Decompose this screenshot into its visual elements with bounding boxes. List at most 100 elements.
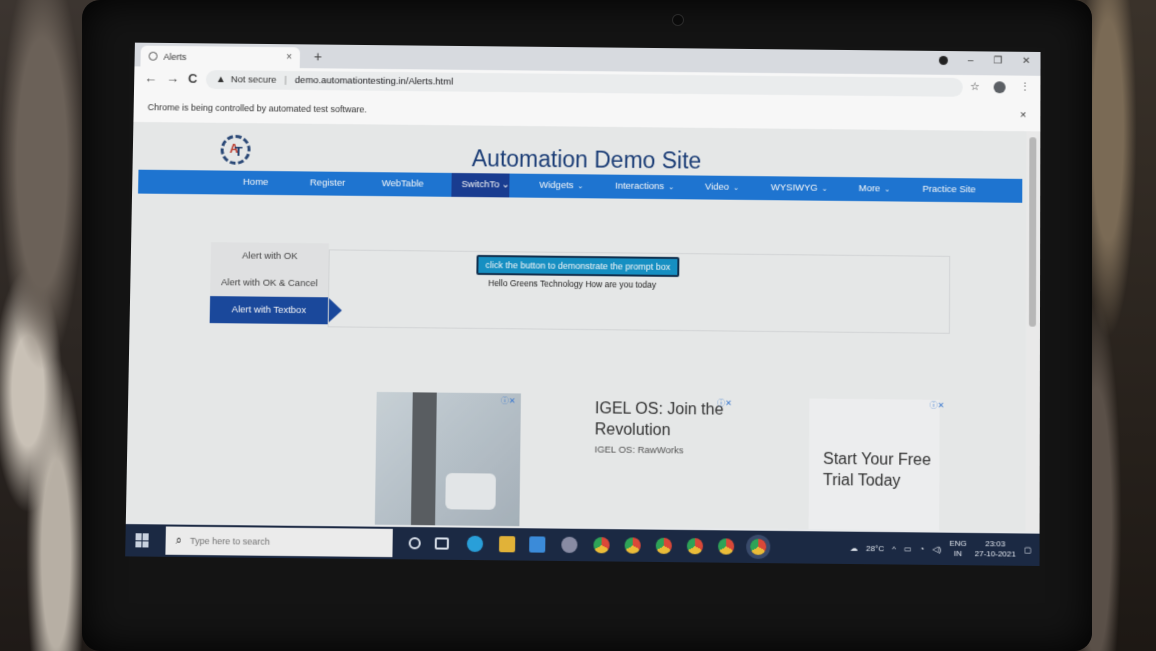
ad-choices-icon[interactable]: ⓘ✕ bbox=[930, 400, 945, 411]
chrome-icon[interactable] bbox=[686, 538, 704, 555]
ad-igel-title: IGEL OS: Join the Revolution bbox=[594, 400, 724, 440]
nav-practice-site[interactable]: Practice Site bbox=[922, 184, 975, 196]
lang-top: ENG bbox=[949, 538, 967, 549]
nav-widgets[interactable]: Widgets ⌄ bbox=[539, 180, 583, 191]
mail-icon[interactable] bbox=[529, 536, 546, 553]
chrome-icon[interactable] bbox=[624, 537, 641, 554]
reload-button[interactable]: C bbox=[188, 71, 198, 86]
file-explorer-icon[interactable] bbox=[498, 536, 516, 553]
video-caret-icon: ⌄ bbox=[733, 184, 739, 192]
url-text[interactable]: demo.automationtesting.in/Alerts.html bbox=[295, 75, 453, 88]
chrome-profile-dot-icon bbox=[939, 55, 949, 65]
windows-start-icon[interactable] bbox=[135, 533, 149, 548]
menu-alert-with-ok-cancel[interactable]: Alert with OK & Cancel bbox=[210, 269, 329, 298]
clock-time: 23:03 bbox=[985, 539, 1006, 549]
switchto-caret-icon[interactable]: ⌄ bbox=[501, 179, 509, 190]
chrome-icon[interactable] bbox=[655, 537, 672, 555]
ad-choices-icon[interactable]: ⓘ✕ bbox=[717, 398, 732, 409]
nav-wysiwyg[interactable]: WYSIWYG ⌄ bbox=[771, 182, 828, 194]
taskbar-search-placeholder: Type here to search bbox=[189, 535, 270, 547]
ad-igel-subtitle: IGEL OS: RawWorks bbox=[594, 444, 684, 457]
network-icon[interactable]: ◔ bbox=[919, 544, 924, 553]
laptop-screen: Alerts × + – ❐ ✕ ← → C ▲ Not secure | de… bbox=[125, 42, 1041, 566]
nav-widgets-label: Widgets bbox=[539, 179, 574, 192]
task-view-icon[interactable] bbox=[434, 537, 449, 550]
menu-kebab-icon[interactable]: ⋮ bbox=[1020, 81, 1031, 94]
infobar-message: Chrome is being controlled by automated … bbox=[147, 102, 368, 115]
ad-free-trial-title: Start Your Free Trial Today bbox=[822, 450, 932, 490]
nav-video-label: Video bbox=[704, 181, 730, 193]
forward-button[interactable]: → bbox=[166, 71, 179, 86]
restore-button[interactable]: ❐ bbox=[993, 56, 1002, 67]
wysiwyg-caret-icon: ⌄ bbox=[821, 185, 828, 193]
security-label[interactable]: Not secure bbox=[231, 74, 277, 85]
nav-register[interactable]: Register bbox=[310, 177, 345, 188]
new-tab-button[interactable]: + bbox=[314, 48, 322, 64]
profile-avatar-icon[interactable] bbox=[993, 80, 1006, 93]
toolbar-right: ☆ ⋮ bbox=[970, 80, 1031, 94]
nav-more-label: More bbox=[858, 183, 881, 195]
logo-t-mark: T bbox=[234, 143, 243, 159]
webcam bbox=[672, 14, 684, 26]
tab-close-icon[interactable]: × bbox=[286, 52, 292, 63]
taskbar-clock[interactable]: 23:03 27-10-2021 bbox=[975, 539, 1016, 560]
prompt-box-button[interactable]: click the button to demonstrate the prom… bbox=[476, 254, 680, 278]
lang-bottom: IN bbox=[953, 548, 963, 559]
warning-icon: ▲ bbox=[215, 74, 226, 86]
ad-igel[interactable]: IGEL OS: Join the Revolution IGEL OS: Ra… bbox=[594, 398, 732, 528]
menu-alert-with-ok[interactable]: Alert with OK bbox=[210, 242, 329, 271]
vertical-scroll-thumb[interactable] bbox=[1028, 137, 1037, 327]
address-bar[interactable]: ▲ Not secure | demo.automationtesting.in… bbox=[205, 70, 963, 97]
bookmark-star-icon[interactable]: ☆ bbox=[970, 80, 980, 93]
alerts-side-menu: Alert with OK Alert with OK & Cancel Ale… bbox=[209, 242, 329, 325]
battery-icon[interactable]: ▭ bbox=[904, 544, 912, 553]
chrome-icon[interactable] bbox=[593, 537, 610, 554]
nav-switchto-label: SwitchTo bbox=[461, 179, 500, 191]
ad-banner-image[interactable] bbox=[374, 391, 521, 527]
window-controls: – ❐ ✕ bbox=[939, 55, 1031, 67]
web-page: A T Automation Demo Site Home Register W… bbox=[125, 121, 1027, 532]
site-title: Automation Demo Site bbox=[471, 145, 702, 174]
infobar-close-icon[interactable]: × bbox=[1020, 109, 1026, 121]
nav-video[interactable]: Video ⌄ bbox=[705, 182, 739, 193]
minimize-button[interactable]: – bbox=[968, 55, 974, 66]
more-caret-icon: ⌄ bbox=[884, 186, 891, 194]
chrome-active-icon[interactable] bbox=[750, 538, 767, 555]
taskbar-search[interactable]: ⌕ Type here to search bbox=[165, 526, 393, 558]
app-icon[interactable] bbox=[561, 536, 578, 554]
menu-alert-with-textbox[interactable]: Alert with Textbox bbox=[209, 296, 329, 325]
nav-interactions[interactable]: Interactions ⌄ bbox=[615, 181, 674, 193]
language-indicator[interactable]: ENG IN bbox=[949, 539, 966, 559]
ad-choices-icon[interactable]: ⓘ✕ bbox=[501, 395, 516, 406]
address-separator: | bbox=[284, 74, 287, 86]
ad-free-trial[interactable]: Start Your Free Trial Today bbox=[808, 398, 940, 531]
nav-interactions-label: Interactions bbox=[615, 180, 665, 193]
main-nav: Home Register WebTable SwitchTo ⌄ Widget… bbox=[138, 169, 1023, 203]
search-icon: ⌕ bbox=[175, 534, 183, 547]
clock-date: 27-10-2021 bbox=[974, 549, 1016, 559]
widgets-caret-icon: ⌄ bbox=[577, 183, 584, 191]
weather-temp[interactable]: 28°C bbox=[866, 543, 884, 552]
prompt-result-text: Hello Greens Technology How are you toda… bbox=[488, 278, 657, 290]
tray-chevron-icon[interactable]: ^ bbox=[892, 544, 896, 553]
site-logo[interactable]: A T bbox=[220, 134, 251, 165]
browser-tab-alerts[interactable]: Alerts × bbox=[140, 45, 301, 69]
close-window-button[interactable]: ✕ bbox=[1022, 56, 1030, 67]
nav-wysiwyg-label: WYSIWYG bbox=[770, 182, 818, 194]
ad-image-hinge bbox=[445, 473, 496, 510]
nav-home[interactable]: Home bbox=[243, 177, 268, 188]
volume-icon[interactable]: ◁) bbox=[932, 544, 941, 553]
interactions-caret-icon: ⌄ bbox=[668, 184, 675, 192]
nav-webtable[interactable]: WebTable bbox=[382, 178, 424, 189]
nav-more[interactable]: More ⌄ bbox=[859, 183, 891, 194]
back-button[interactable]: ← bbox=[144, 70, 157, 85]
edge-icon[interactable] bbox=[466, 535, 484, 553]
chrome-icon[interactable] bbox=[718, 538, 735, 555]
system-tray: ☁ 28°C ^ ▭ ◔ ◁) ENG IN 23:03 27-10-2021 … bbox=[850, 532, 1032, 566]
cortana-icon[interactable] bbox=[408, 537, 421, 550]
ad-image-door bbox=[410, 392, 437, 526]
notification-icon[interactable]: ▢ bbox=[1024, 545, 1032, 554]
vertical-scrollbar[interactable] bbox=[1025, 131, 1041, 532]
tab-title: Alerts bbox=[163, 51, 187, 62]
weather-icon[interactable]: ☁ bbox=[850, 543, 858, 552]
